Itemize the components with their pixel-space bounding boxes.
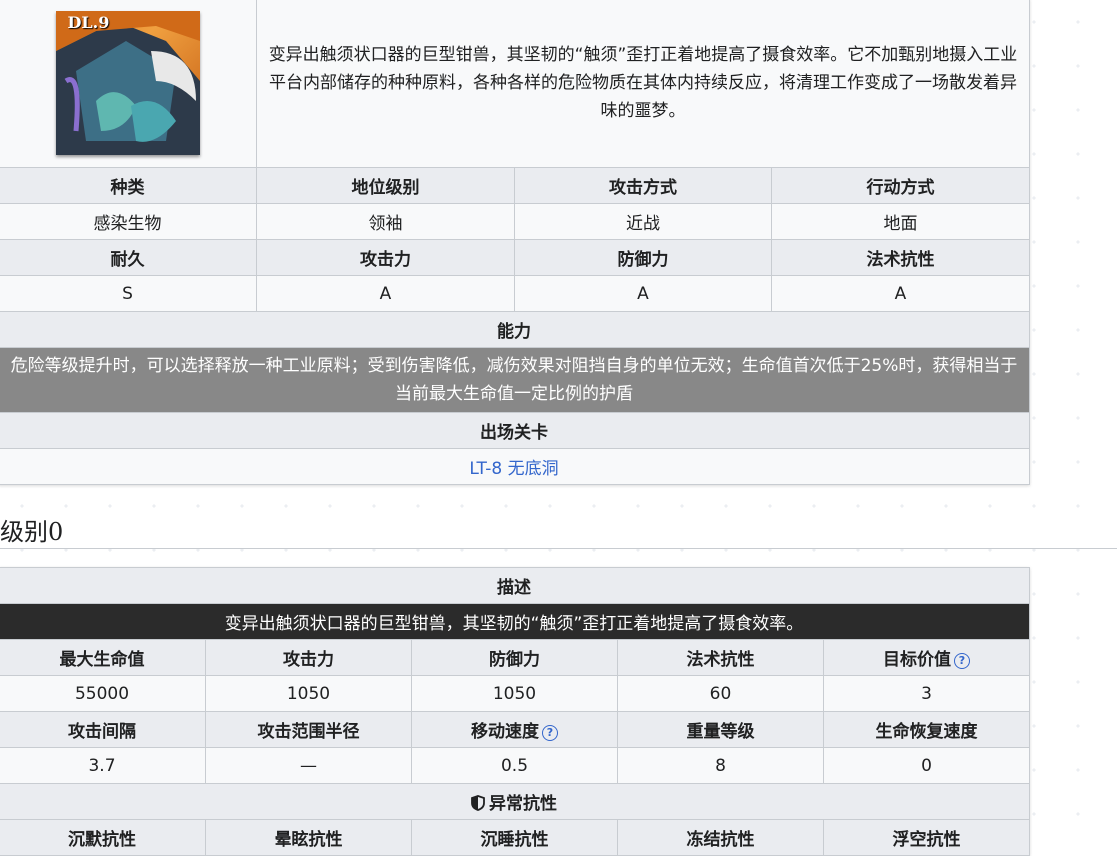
ability-header: 能力 <box>0 311 1030 348</box>
enemy-description: 变异出触须状口器的巨型钳兽，其坚韧的“触须”歪打正着地提高了摄食效率。它不加甄别… <box>256 0 1030 168</box>
help-icon[interactable]: ? <box>954 653 970 669</box>
header-freeze-resist: 冻结抗性 <box>617 819 824 856</box>
value-resistance: A <box>771 275 1030 312</box>
value-motion: 地面 <box>771 203 1030 240</box>
value-weight: 8 <box>617 747 824 784</box>
value-level-defense: 1050 <box>411 675 618 712</box>
header-level-defense: 防御力 <box>411 639 618 676</box>
header-max-hp: 最大生命值 <box>0 639 206 676</box>
header-sleep-resist: 沉睡抗性 <box>411 819 618 856</box>
value-attack-type: 近战 <box>514 203 772 240</box>
header-weight: 重量等级 <box>617 711 824 748</box>
level-desc-text: 变异出触须状口器的巨型钳兽，其坚韧的“触须”歪打正着地提高了摄食效率。 <box>0 603 1030 640</box>
header-motion: 行动方式 <box>771 167 1030 204</box>
ability-text: 危险等级提升时，可以选择释放一种工业原料；受到伤害降低，减伤效果对阻挡自身的单位… <box>0 347 1030 413</box>
value-attack: A <box>256 275 515 312</box>
header-attack: 攻击力 <box>256 239 515 276</box>
header-hp-recovery: 生命恢复速度 <box>823 711 1030 748</box>
value-move-speed: 0.5 <box>411 747 618 784</box>
header-attack-range: 攻击范围半径 <box>205 711 412 748</box>
header-levitate-resist: 浮空抗性 <box>823 819 1030 856</box>
header-type: 种类 <box>0 167 257 204</box>
header-level-resistance: 法术抗性 <box>617 639 824 676</box>
value-endurance: S <box>0 275 257 312</box>
resist-label: 异常抗性 <box>489 794 557 814</box>
stage-cell: LT-8 无底洞 <box>0 448 1030 485</box>
level-desc-header: 描述 <box>0 567 1030 604</box>
header-endurance: 耐久 <box>0 239 257 276</box>
header-move-speed: 移动速度 <box>471 722 539 742</box>
value-type: 感染生物 <box>0 203 257 240</box>
header-target-value-cell: 目标价值? <box>823 639 1030 676</box>
value-attack-range: — <box>205 747 412 784</box>
shield-icon <box>471 795 485 811</box>
value-attack-interval: 3.7 <box>0 747 206 784</box>
value-target-value: 3 <box>823 675 1030 712</box>
value-defense: A <box>514 275 772 312</box>
header-rank: 地位级别 <box>256 167 515 204</box>
portrait-label: DL.9 <box>67 13 110 32</box>
header-stun-resist: 晕眩抗性 <box>205 819 412 856</box>
enemy-portrait[interactable]: DL.9 <box>55 11 200 155</box>
header-target-value: 目标价值 <box>883 650 951 670</box>
stage-header: 出场关卡 <box>0 412 1030 449</box>
header-attack-type: 攻击方式 <box>514 167 772 204</box>
section-divider <box>0 548 1117 549</box>
header-attack-interval: 攻击间隔 <box>0 711 206 748</box>
value-level-resistance: 60 <box>617 675 824 712</box>
value-rank: 领袖 <box>256 203 515 240</box>
value-level-attack: 1050 <box>205 675 412 712</box>
header-move-speed-cell: 移动速度? <box>411 711 618 748</box>
portrait-cell: DL.9 <box>0 0 257 168</box>
level-stats-table: 描述 变异出触须状口器的巨型钳兽，其坚韧的“触须”歪打正着地提高了摄食效率。 最… <box>0 567 1030 856</box>
enemy-portrait-art-icon <box>55 11 200 155</box>
section-title: 级别0 <box>0 518 64 546</box>
header-level-attack: 攻击力 <box>205 639 412 676</box>
resist-header: 异常抗性 <box>0 783 1030 820</box>
header-resistance: 法术抗性 <box>771 239 1030 276</box>
stage-link[interactable]: LT-8 无底洞 <box>469 459 558 479</box>
help-icon[interactable]: ? <box>542 725 558 741</box>
header-silence-resist: 沉默抗性 <box>0 819 206 856</box>
enemy-info-table: DL.9 变异出触须状口器的巨型钳兽，其坚韧的“触须”歪打正着地提高了摄食效率。… <box>0 0 1030 485</box>
header-defense: 防御力 <box>514 239 772 276</box>
value-max-hp: 55000 <box>0 675 206 712</box>
value-hp-recovery: 0 <box>823 747 1030 784</box>
